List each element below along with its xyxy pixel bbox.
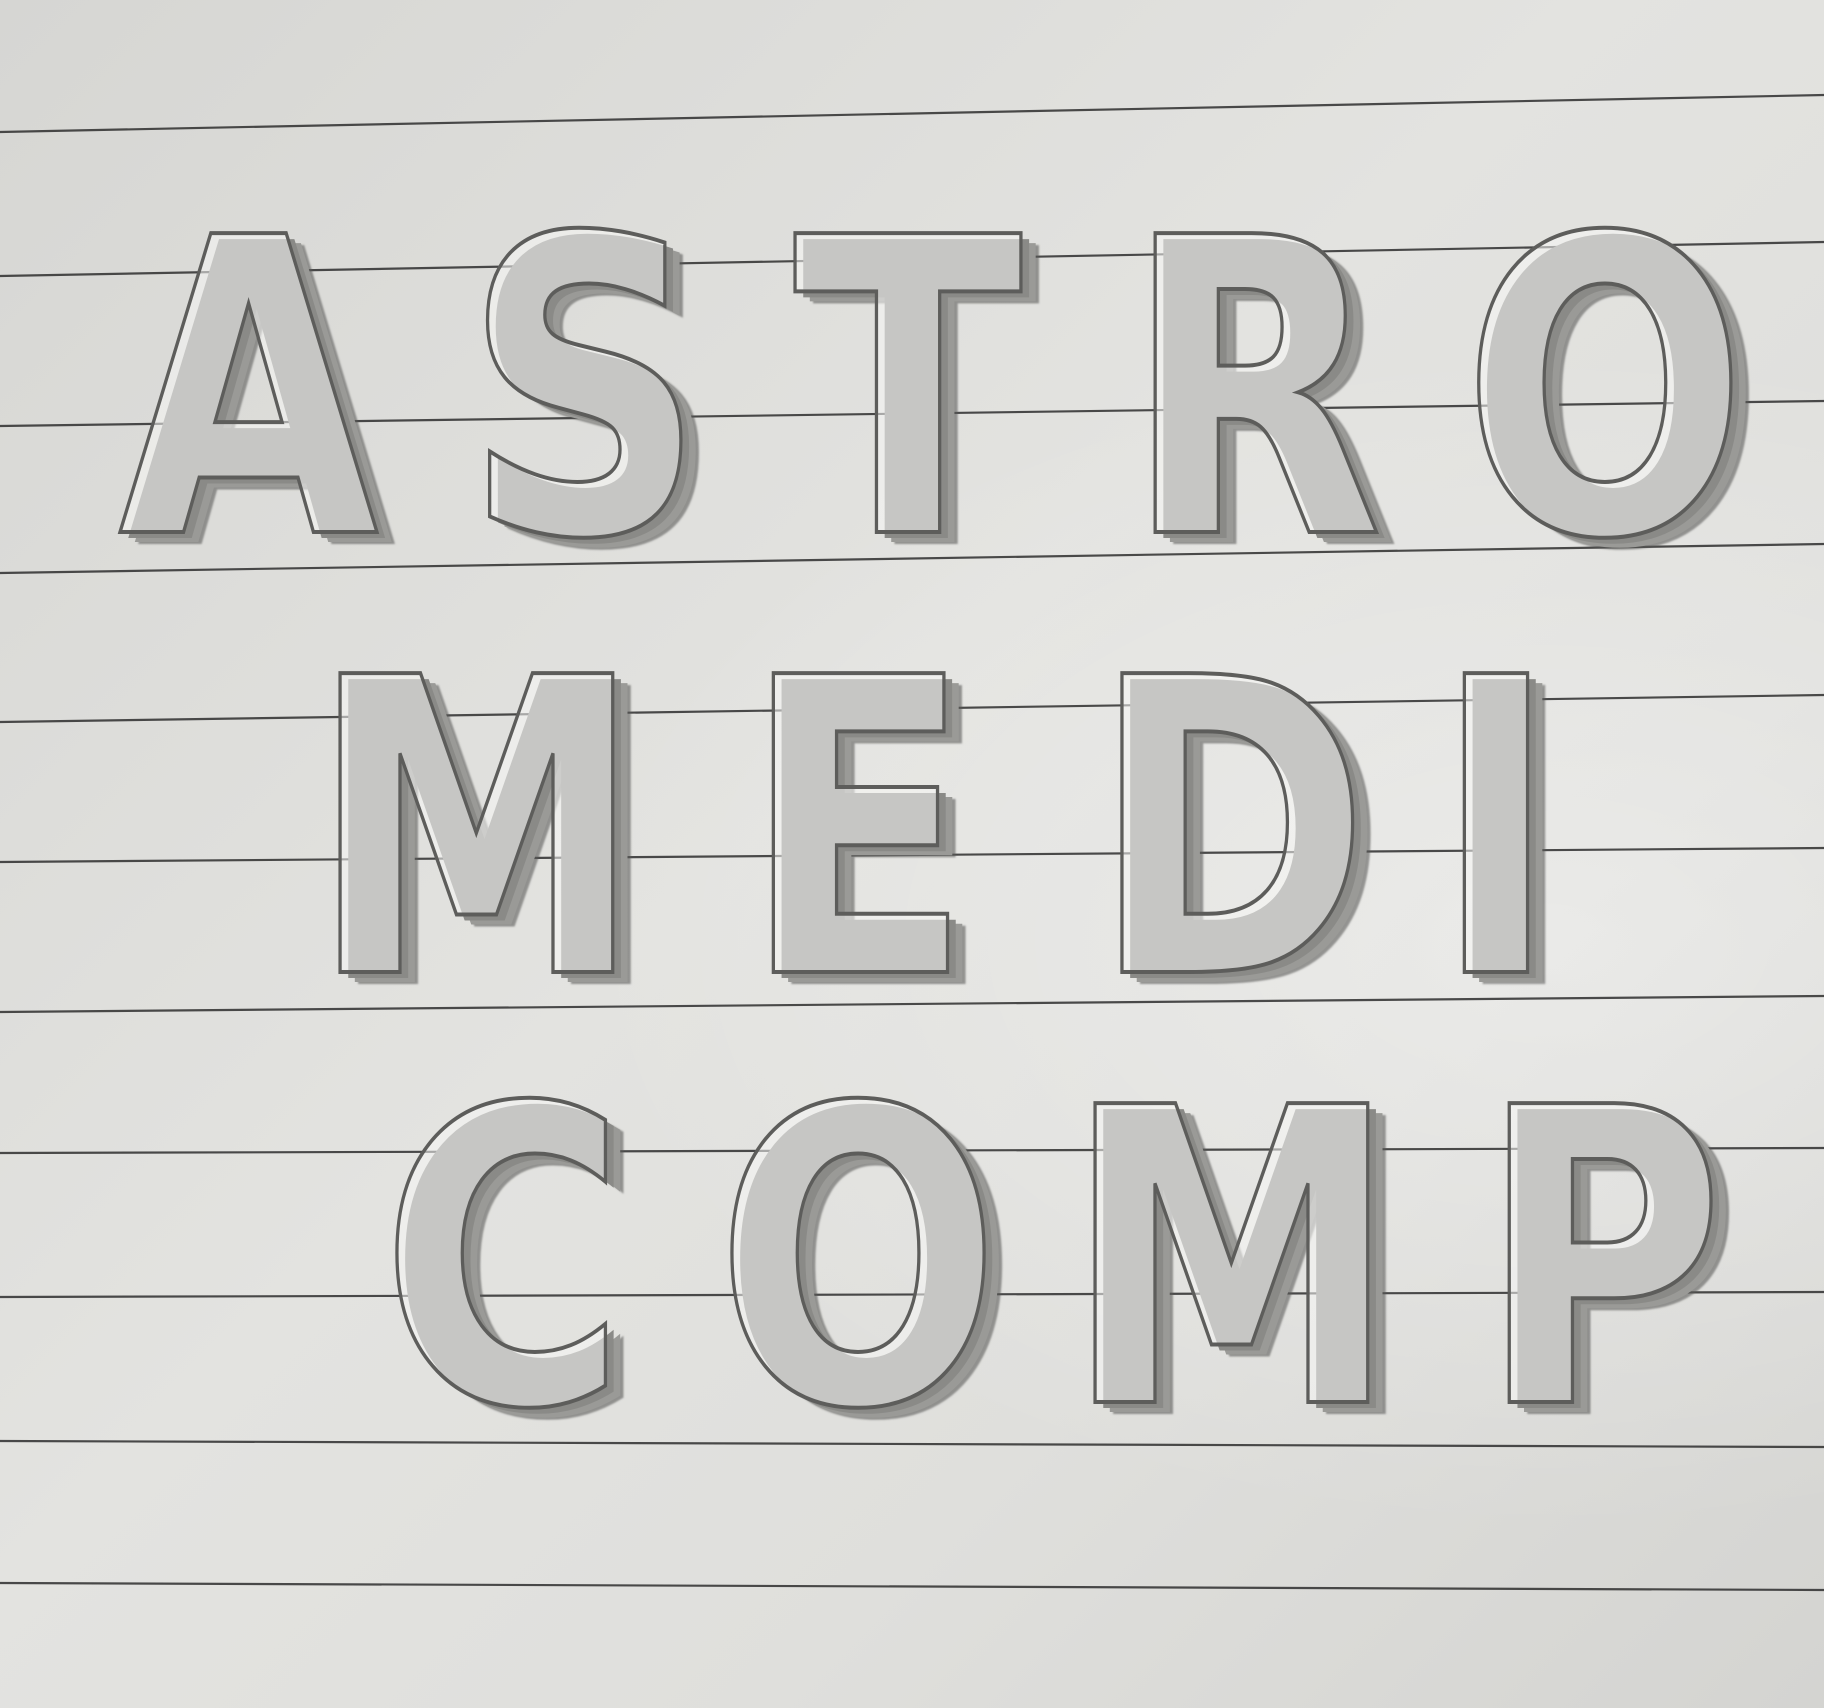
letter-o: O: [1460, 151, 1749, 629]
letter-i: I: [1432, 591, 1560, 1069]
word-medi: M E D I: [0, 591, 1824, 1069]
letter-m: M: [308, 591, 646, 1069]
ruled-line: [0, 1581, 1824, 1592]
ruled-line: [0, 93, 1824, 134]
lined-paper: A S T R O M E D I C O M P: [0, 0, 1824, 1708]
letter-a: A: [117, 151, 380, 629]
letter-t: T: [792, 151, 1025, 629]
letter-c: C: [379, 1021, 629, 1499]
word-comp: C O M P: [0, 1021, 1824, 1499]
word-astro: A S T R O: [0, 151, 1824, 629]
letter-o: O: [714, 1021, 1003, 1499]
letter-r: R: [1123, 151, 1385, 629]
letter-s: S: [462, 151, 707, 629]
letter-e: E: [741, 591, 974, 1069]
letter-d: D: [1089, 591, 1371, 1069]
letter-m: M: [1063, 1021, 1401, 1499]
letter-p: P: [1477, 1021, 1727, 1499]
